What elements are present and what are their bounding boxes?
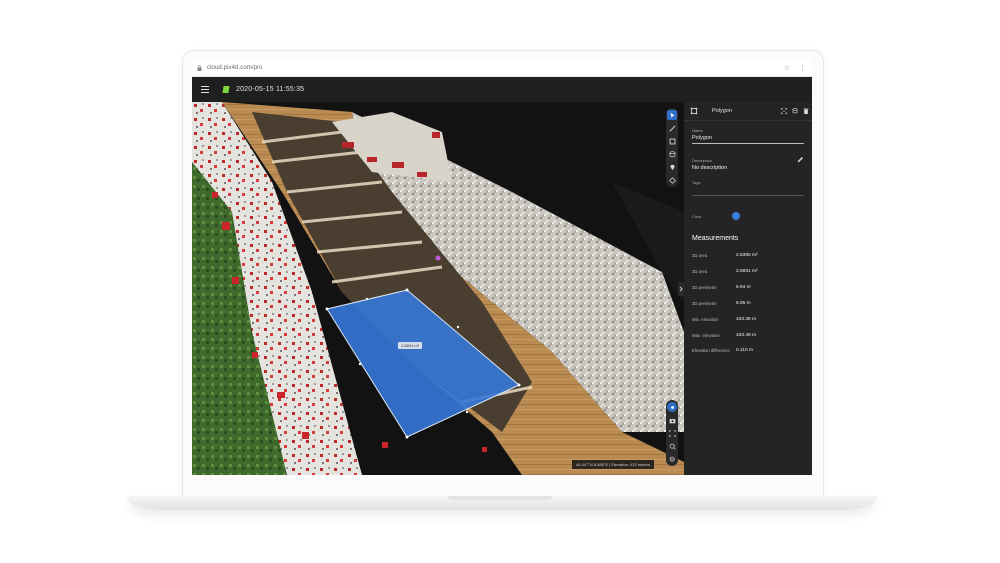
measurement-row: Min. elevation 433.38 m [692,317,807,322]
description-label: Description [692,158,713,163]
measurement-value: 433.38 m [736,317,757,322]
panel-header: Polygon [684,102,812,121]
project-title: 2020-05-15 11:55:35 [236,86,305,93]
zoom-in-icon[interactable] [667,441,677,451]
measurement-row: 3D area 2.6891 m² [692,269,807,274]
lock-icon [197,65,202,71]
point-cloud-scene [192,102,684,475]
properties-panel: Polygon Name Polygon Description No desc… [684,102,812,475]
select-cursor-icon[interactable] [667,110,677,120]
measurement-value: 433.49 m [736,333,757,338]
measurement-label: 2D area [692,253,708,258]
measurement-row: Elevation difference 0.110 m [692,348,807,353]
coordinate-readout: 46.447°N 8.586°E | Elevation: 433 meters [572,460,655,469]
description-value: No description [692,165,728,171]
measurement-value: 6.95 m [736,301,751,306]
measurement-row: 3D perimeter 6.95 m [692,301,807,306]
polygon-icon [690,107,698,115]
measurements-title: Measurements [692,235,739,242]
fit-view-icon[interactable] [667,428,677,438]
description-field: Description No description [692,156,804,171]
measurement-value: 0.110 m [736,348,753,353]
color-label: Color [692,213,702,219]
tags-input[interactable] [692,195,804,196]
measurement-label: 3D area [692,269,708,274]
color-field: Color [692,212,804,220]
app-topbar: 2020-05-15 11:55:35 [192,77,812,102]
measurement-row: 2D perimeter 6.94 m [692,285,807,290]
zoom-out-icon[interactable] [667,454,677,464]
measurement-value: 6.94 m [736,285,751,290]
project-badge-icon [222,86,230,93]
measurement-label: 3D perimeter [692,301,717,306]
marker-icon[interactable] [667,162,677,172]
database-icon[interactable] [791,108,798,115]
name-label: Name [692,128,703,133]
browser-address-bar[interactable]: cloud.pix4d.com/pro ☆ ⋮ [192,60,812,77]
measurement-label: Min. elevation [692,317,719,322]
reset-view-icon[interactable] [667,175,677,185]
measurement-label: Elevation difference [692,348,730,353]
point-cloud-viewport[interactable]: 2.6891 m² 46.447°N 8.586°E | Elevation: … [192,102,684,475]
pix4d-app: 2020-05-15 11:55:35 2.6891 m² 46.447°N 8… [192,77,812,475]
tags-field[interactable]: Tags [692,180,804,196]
tags-label: Tags [692,180,701,185]
more-vert-icon[interactable]: ⋮ [799,64,806,72]
measurement-row: 2D area 2.6395 m² [692,253,807,258]
measurement-label: Max. elevation [692,333,720,338]
edit-icon[interactable] [797,156,804,163]
polygon-tool-icon[interactable] [667,136,677,146]
area-label: 2.6891 m² [398,342,423,349]
measurement-value: 2.6891 m² [736,269,758,274]
delete-icon[interactable] [802,108,809,115]
hamburger-icon[interactable] [201,86,209,93]
line-measure-icon[interactable] [667,123,677,133]
fit-icon[interactable] [780,108,787,115]
chevron-right-icon [679,286,683,292]
volume-icon[interactable] [667,149,677,159]
laptop-notch [448,496,552,500]
measurement-toolbar [666,108,678,187]
measurement-row: Max. elevation 433.49 m [692,333,807,338]
name-field[interactable]: Name Polygon [692,128,804,144]
url-text[interactable]: cloud.pix4d.com/pro [207,65,263,71]
measurement-label: 2D perimeter [692,285,717,290]
view-toolbar [666,400,678,466]
name-input[interactable]: Polygon [692,135,804,144]
panel-title: Polygon [712,108,732,114]
color-swatch[interactable] [731,212,740,220]
view-mode-icon[interactable] [667,402,677,412]
camera-icon[interactable] [667,415,677,425]
star-icon[interactable]: ☆ [784,64,790,72]
measurement-value: 2.6395 m² [736,253,758,258]
